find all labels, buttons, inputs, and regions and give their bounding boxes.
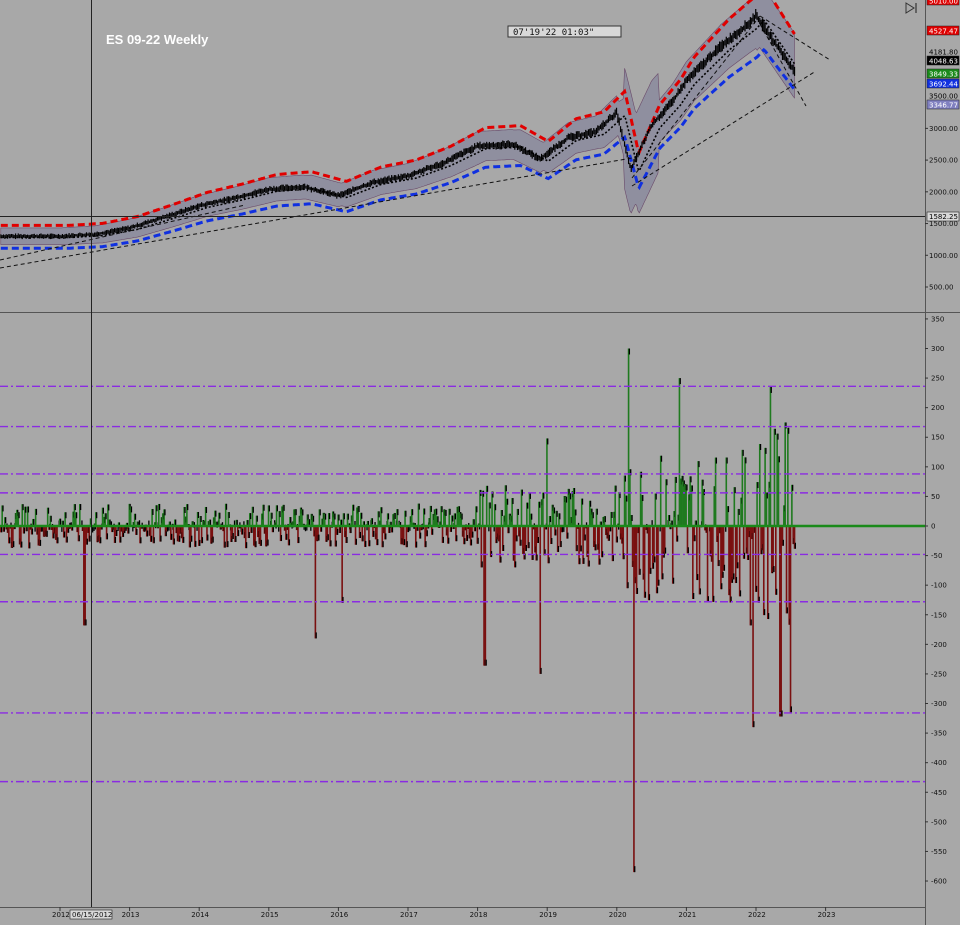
time-tick-label: 2022 xyxy=(748,911,766,919)
time-tick-label: 2014 xyxy=(191,911,209,919)
osc-tick-label: 150 xyxy=(931,434,944,442)
moving-average-line xyxy=(0,19,796,239)
osc-tick-label: -500 xyxy=(931,818,947,826)
chart-canvas: 3000.002500.002000.001500.001000.00500.0… xyxy=(0,0,960,925)
price-tick-label: 2500.00 xyxy=(929,157,958,165)
osc-tick-label: 0 xyxy=(931,523,935,531)
price-tick-label: 500.00 xyxy=(929,284,954,292)
price-tick-label: 1000.00 xyxy=(929,252,958,260)
price-badge-label: 4048.63 xyxy=(929,58,958,66)
osc-tick-label: 250 xyxy=(931,375,944,383)
time-tick-label: 2020 xyxy=(609,911,627,919)
price-badge-label: 4181.80 xyxy=(929,49,958,57)
time-tick-label: 2016 xyxy=(330,911,348,919)
time-tick-label: 2018 xyxy=(470,911,488,919)
price-badge-label: 3692.44 xyxy=(929,81,958,89)
osc-tick-label: -550 xyxy=(931,848,947,856)
time-tick-label: 2013 xyxy=(122,911,140,919)
chart-root: 3000.00 2500.00 2000.00 1500.00 1000.00 500.0… xyxy=(0,0,960,925)
osc-tick-label: -250 xyxy=(931,670,947,678)
price-badge-label: 3849.33 xyxy=(929,71,958,79)
osc-tick-label: 50 xyxy=(931,493,940,501)
price-badge-label: 3346.77 xyxy=(929,102,958,110)
osc-tick-label: -300 xyxy=(931,700,947,708)
replay-icon[interactable] xyxy=(904,2,920,14)
price-badge-label: 3500.00 xyxy=(929,93,958,101)
osc-tick-label: -600 xyxy=(931,878,947,886)
time-tick-label: 2015 xyxy=(261,911,279,919)
time-tick-label: 2012 xyxy=(52,911,70,919)
osc-tick-label: 100 xyxy=(931,463,944,471)
osc-tick-label: -50 xyxy=(931,552,942,560)
osc-tick-label: 300 xyxy=(931,345,944,353)
time-tick-label: 2019 xyxy=(539,911,557,919)
price-tick-label: 3000.00 xyxy=(929,125,958,133)
osc-tick-label: -100 xyxy=(931,582,947,590)
osc-tick-label: -400 xyxy=(931,759,947,767)
osc-tick-label: -200 xyxy=(931,641,947,649)
timestamp: 07'19'22 01:03" xyxy=(513,28,594,38)
price-tick-label: 2000.00 xyxy=(929,188,958,196)
osc-tick-label: -150 xyxy=(931,611,947,619)
osc-tick-label: -450 xyxy=(931,789,947,797)
price-badge-label: 5010.00 xyxy=(929,0,958,6)
crosshair-date-label: 06/15/2012 xyxy=(72,911,112,919)
time-tick-label: 2023 xyxy=(818,911,836,919)
crosshair-price-label: 1582.25 xyxy=(929,213,958,221)
price-badge-label: 4527.47 xyxy=(929,28,958,36)
time-tick-label: 2017 xyxy=(400,911,418,919)
trend-line xyxy=(0,157,633,269)
osc-tick-label: -350 xyxy=(931,730,947,738)
time-tick-label: 2021 xyxy=(678,911,696,919)
chart-title: ES 09-22 Weekly xyxy=(106,32,209,47)
osc-tick-label: 350 xyxy=(931,315,944,323)
osc-tick-label: 200 xyxy=(931,404,944,412)
